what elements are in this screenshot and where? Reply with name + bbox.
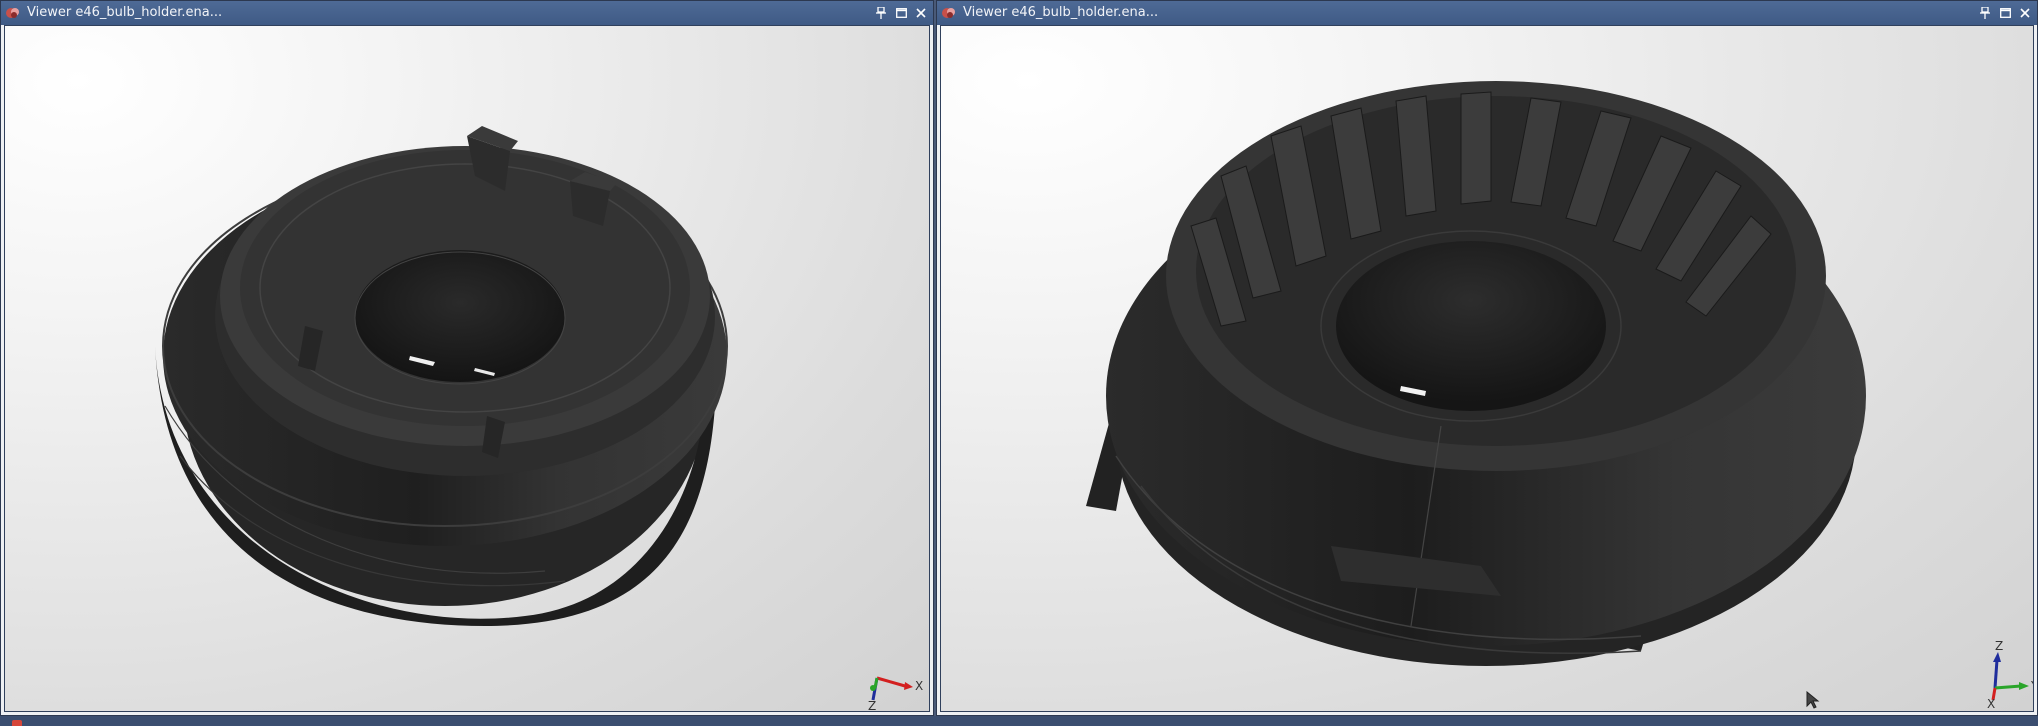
axis-triad-right: Z Y X [1987,639,2034,708]
viewer-title: Viewer e46_bulb_holder.ena... [963,5,1159,20]
axis-y-label: Y [2030,679,2034,693]
axis-x-label: X [915,679,923,693]
viewer-window-right[interactable]: Viewer e46_bulb_holder.ena... Z Y X [936,0,2038,716]
3d-viewport-right[interactable]: Z Y X [940,25,2034,712]
bulb-holder-model[interactable] [941,26,2034,712]
close-icon[interactable] [2017,5,2033,21]
viewer-titlebar-right[interactable]: Viewer e46_bulb_holder.ena... [937,1,2037,25]
app-logo-icon [942,8,955,18]
bottom-status-strip [0,716,2038,726]
axis-z-label: Z [868,699,876,710]
viewer-titlebar-left[interactable]: Viewer e46_bulb_holder.ena... [1,1,933,25]
bulb-holder-model[interactable] [5,26,930,712]
pin-icon[interactable] [873,5,889,21]
axis-triad-left: X Z [868,676,923,710]
pin-icon[interactable] [1977,5,1993,21]
viewer-title: Viewer e46_bulb_holder.ena... [27,5,223,20]
viewer-window-left[interactable]: Viewer e46_bulb_holder.ena... X Z [0,0,934,716]
app-logo-icon [6,8,19,18]
3d-viewport-left[interactable]: X Z [4,25,930,712]
axis-z-label: Z [1995,639,2003,653]
maximize-icon[interactable] [893,5,909,21]
axis-x-label: X [1987,697,1995,708]
mouse-cursor-icon [1806,691,1820,709]
close-icon[interactable] [913,5,929,21]
app-workspace: Viewer e46_bulb_holder.ena... X Z Viewer… [0,0,2038,726]
maximize-icon[interactable] [1997,5,2013,21]
app-logo-icon [12,720,22,726]
